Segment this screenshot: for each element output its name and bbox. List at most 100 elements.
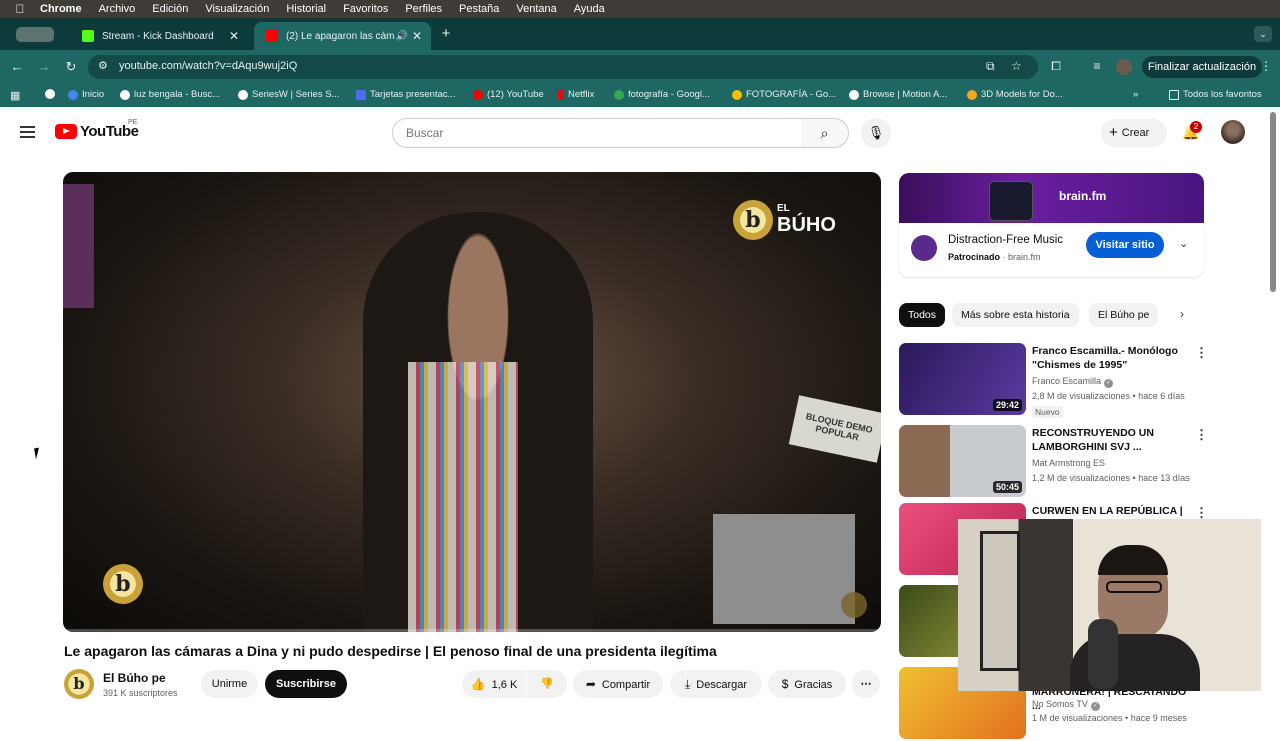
thanks-button[interactable]: $ Gracias bbox=[768, 670, 846, 698]
youtube-logo[interactable]: YouTube PE bbox=[55, 119, 139, 140]
new-tab-button[interactable]: + bbox=[437, 25, 455, 43]
channel-label: Franco Escamilla bbox=[1032, 376, 1102, 386]
github-icon bbox=[45, 89, 55, 99]
more-vert-icon[interactable]: ⋮ bbox=[1195, 427, 1208, 443]
watermark-name: BÚHO bbox=[777, 213, 836, 236]
update-chrome-button[interactable]: Finalizar actualización bbox=[1142, 56, 1262, 78]
audio-playing-icon[interactable]: 🔊 bbox=[395, 31, 409, 42]
bookmark-fotografia-drive[interactable]: fotografía - Googl... bbox=[614, 89, 710, 100]
apps-grid-icon[interactable]: ▦ bbox=[10, 89, 20, 102]
bookmark-label: luz bengala - Busc... bbox=[134, 89, 221, 100]
recommended-channel[interactable]: Mat Armstrong ES bbox=[1032, 458, 1105, 468]
browser-toolbar: ← → ↻ ⚙ youtube.com/watch?v=dAqu9wuj2iQ … bbox=[0, 50, 1280, 84]
bookmark-youtube[interactable]: (12) YouTube bbox=[473, 89, 544, 100]
share-button[interactable]: ➦ Compartir bbox=[573, 670, 663, 698]
sidebar-toggle-button[interactable] bbox=[16, 27, 54, 42]
menu-visualizacion[interactable]: Visualización bbox=[205, 3, 269, 15]
chip-mas-historia[interactable]: Más sobre esta historia bbox=[952, 303, 1079, 327]
site-info-icon[interactable]: ⚙ bbox=[98, 59, 108, 72]
chip-todos[interactable]: Todos bbox=[899, 303, 946, 327]
bookmark-inicio[interactable]: Inicio bbox=[68, 89, 104, 100]
recommended-channel[interactable]: Franco Escamilla ✓ bbox=[1032, 376, 1114, 388]
sign-interpreter-inset bbox=[713, 514, 855, 624]
netflix-icon bbox=[558, 89, 564, 100]
chrome-menu-icon[interactable]: ⋮ bbox=[1260, 59, 1272, 73]
ad-title[interactable]: Distraction-Free Music bbox=[948, 234, 1063, 246]
share-icon: ➦ bbox=[585, 677, 596, 691]
menu-edicion[interactable]: Edición bbox=[152, 3, 188, 15]
channel-avatar[interactable]: b bbox=[64, 669, 94, 699]
page-scrollbar[interactable] bbox=[1270, 112, 1276, 292]
profile-avatar[interactable] bbox=[1116, 59, 1132, 75]
microphone-icon: 🎙 bbox=[867, 125, 885, 140]
bookmark-motion-array[interactable]: Browse | Motion A... bbox=[849, 89, 947, 100]
video-progress-bar[interactable] bbox=[63, 629, 881, 632]
recommended-channel[interactable]: No Somos TV ✓ bbox=[1032, 699, 1100, 711]
install-app-icon[interactable]: ⧉ bbox=[986, 59, 995, 74]
bookmark-label: (12) YouTube bbox=[487, 89, 544, 100]
dislike-button[interactable]: 👎 bbox=[527, 670, 567, 698]
tab-kick-dashboard[interactable]: Stream - Kick Dashboard ✕ bbox=[70, 22, 248, 50]
create-button[interactable]: + Crear bbox=[1101, 119, 1167, 147]
forward-icon[interactable]: → bbox=[35, 58, 53, 76]
reload-icon[interactable]: ↻ bbox=[62, 58, 80, 76]
back-icon[interactable]: ← bbox=[8, 58, 26, 76]
menu-ayuda[interactable]: Ayuda bbox=[574, 3, 605, 15]
streamer-glasses bbox=[1106, 581, 1162, 593]
media-control-icon[interactable]: ≡ bbox=[1089, 59, 1105, 73]
menu-ventana[interactable]: Ventana bbox=[516, 3, 556, 15]
chevron-right-icon[interactable]: › bbox=[1180, 307, 1184, 321]
ad-banner-image[interactable]: brain.fm bbox=[899, 173, 1204, 223]
like-button[interactable]: 👍 1,6 K bbox=[462, 670, 526, 698]
join-button[interactable]: Unirme bbox=[201, 670, 258, 698]
video-thumbnail[interactable]: 50:45 bbox=[899, 425, 1026, 497]
voice-search-button[interactable]: 🎙 bbox=[861, 118, 891, 148]
apple-icon[interactable]:  bbox=[0, 2, 40, 16]
recommended-video[interactable]: 50:45 RECONSTRUYENDO UN LAMBORGHINI SVJ … bbox=[899, 425, 1209, 499]
chip-el-buho[interactable]: El Búho pe bbox=[1089, 303, 1159, 327]
tab-youtube-video[interactable]: (2) Le apagaron las cámaras 🔊 ✕ bbox=[254, 22, 431, 50]
more-vert-icon[interactable]: ⋮ bbox=[1195, 345, 1208, 361]
bookmark-fotografia-go[interactable]: FOTOGRAFÍA - Go... bbox=[732, 89, 836, 100]
more-bookmarks-icon[interactable]: » bbox=[1133, 89, 1138, 100]
download-button[interactable]: ⤓ Descargar bbox=[670, 670, 762, 698]
menu-archivo[interactable]: Archivo bbox=[99, 3, 136, 15]
menu-favoritos[interactable]: Favoritos bbox=[343, 3, 388, 15]
visit-site-button[interactable]: Visitar sitio bbox=[1086, 232, 1164, 258]
recommended-title[interactable]: RECONSTRUYENDO UN LAMBORGHINI SVJ ... bbox=[1032, 426, 1192, 454]
video-thumbnail[interactable]: 29:42 bbox=[899, 343, 1026, 415]
bookmark-3d-models[interactable]: 3D Models for Do... bbox=[967, 89, 1063, 100]
url-text[interactable]: youtube.com/watch?v=dAqu9wuj2iQ bbox=[119, 60, 297, 72]
user-avatar[interactable] bbox=[1221, 120, 1245, 144]
sponsored-label: Patrocinado bbox=[948, 252, 1001, 262]
bookmark-seriesw[interactable]: SeriesW | Series S... bbox=[238, 89, 339, 100]
bookmark-star-icon[interactable]: ☆ bbox=[1011, 59, 1022, 73]
bookmark-label: Browse | Motion A... bbox=[863, 89, 948, 100]
bookmark-netflix[interactable]: Netflix bbox=[558, 89, 594, 100]
menu-app-name[interactable]: Chrome bbox=[40, 3, 82, 15]
menu-pestana[interactable]: Pestaña bbox=[459, 3, 499, 15]
video-player[interactable]: BLOQUE DEMO POPULAR b EL BÚHO b bbox=[63, 172, 881, 632]
recommended-video[interactable]: 29:42 Franco Escamilla.- Monólogo "Chism… bbox=[899, 343, 1209, 418]
close-tab-icon[interactable]: ✕ bbox=[409, 29, 425, 43]
extensions-icon[interactable]: ⧠ bbox=[1048, 59, 1064, 74]
all-bookmarks-folder[interactable]: Todos los favoritos bbox=[1169, 89, 1262, 100]
more-actions-button[interactable]: ⋯ bbox=[852, 670, 880, 698]
close-tab-icon[interactable]: ✕ bbox=[226, 29, 242, 43]
menu-historial[interactable]: Historial bbox=[286, 3, 326, 15]
tab-search-icon[interactable]: ⌄ bbox=[1254, 26, 1272, 42]
menu-perfiles[interactable]: Perfiles bbox=[405, 3, 442, 15]
bookmark-github-icon[interactable] bbox=[45, 89, 59, 99]
subscribe-button[interactable]: Suscribirse bbox=[265, 670, 347, 698]
search-button[interactable]: ⌕ bbox=[801, 118, 849, 148]
bookmark-label: Todos los favoritos bbox=[1183, 89, 1262, 100]
channel-name[interactable]: El Búho pe bbox=[103, 671, 166, 685]
bookmark-luz-bengala[interactable]: luz bengala - Busc... bbox=[120, 89, 220, 100]
chevron-down-icon[interactable]: ⌄ bbox=[1179, 237, 1188, 250]
menu-icon[interactable] bbox=[20, 126, 35, 138]
nameplate-sign: BLOQUE DEMO POPULAR bbox=[788, 395, 881, 463]
address-bar[interactable]: ⚙ youtube.com/watch?v=dAqu9wuj2iQ ⧉ ☆ bbox=[88, 55, 1038, 79]
search-input[interactable]: Buscar bbox=[392, 118, 802, 148]
recommended-title[interactable]: Franco Escamilla.- Monólogo "Chismes de … bbox=[1032, 344, 1192, 372]
bookmark-tarjetas[interactable]: Tarjetas presentac... bbox=[356, 89, 456, 100]
